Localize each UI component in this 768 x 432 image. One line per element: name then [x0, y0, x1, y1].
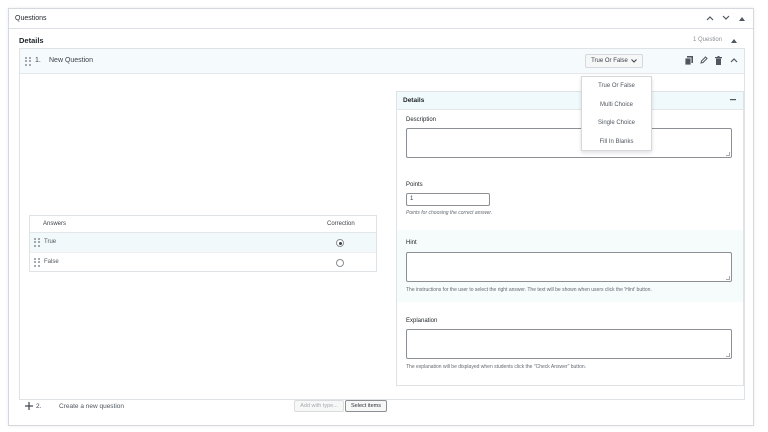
question-type-dropdown: True Or False Multi Choice Single Choice…: [581, 76, 652, 151]
correct-answer-radio[interactable]: [336, 239, 344, 247]
question-details-panel: Details Description Points 1 Points for …: [396, 91, 744, 386]
details-label: Details: [19, 36, 44, 45]
description-textarea[interactable]: [406, 128, 732, 158]
question-count: 1 Question: [692, 37, 722, 43]
explanation-label: Explanation: [406, 318, 438, 324]
questions-header: Questions: [9, 9, 753, 29]
answers-table-header: Answers Correction: [30, 216, 376, 233]
drag-handle-icon[interactable]: [34, 238, 40, 247]
header-controls: [705, 13, 747, 23]
hint-textarea[interactable]: [406, 252, 732, 282]
drag-handle-icon[interactable]: [34, 258, 40, 267]
drag-handle-icon[interactable]: [25, 57, 31, 66]
points-help: Points for choosing the correct answer.: [406, 210, 493, 216]
create-question-input[interactable]: Create a new question: [59, 403, 124, 410]
duplicate-icon[interactable]: [684, 55, 693, 65]
edit-pencil-icon[interactable]: [699, 55, 708, 65]
select-items-button[interactable]: Select items: [345, 400, 387, 412]
type-option-fill-in-blanks[interactable]: Fill In Blanks: [582, 133, 651, 152]
chevron-down-icon: [631, 59, 637, 63]
answer-label[interactable]: False: [44, 259, 59, 265]
answer-label[interactable]: True: [44, 239, 56, 245]
questions-frame: Questions Details 1 Question 1. New Ques…: [8, 8, 754, 426]
chevron-down-icon[interactable]: [721, 13, 731, 23]
answers-column-header: Answers: [43, 221, 67, 227]
question-header: 1. New Question True Or False: [20, 49, 744, 74]
type-option-true-or-false[interactable]: True Or False: [582, 77, 651, 96]
correct-answer-radio[interactable]: [336, 259, 344, 267]
resize-grip-icon[interactable]: [726, 353, 730, 357]
new-question-number: 2.: [36, 403, 42, 410]
resize-grip-icon[interactable]: [726, 152, 730, 156]
chevron-up-icon[interactable]: [705, 13, 715, 23]
triangle-up-icon[interactable]: [737, 13, 747, 23]
explanation-help: The explanation will be displayed when s…: [406, 364, 587, 370]
collapse-triangle-icon[interactable]: [729, 35, 739, 45]
new-question-footer: 2. Create a new question Add with type..…: [20, 398, 744, 418]
question-number: 1.: [35, 57, 41, 64]
description-label: Description: [406, 117, 437, 123]
details-header: Details 1 Question: [18, 33, 744, 49]
questions-title: Questions: [15, 15, 47, 22]
type-option-single-choice[interactable]: Single Choice: [582, 114, 651, 133]
answer-row[interactable]: True: [30, 233, 376, 253]
hint-label: Hint: [406, 240, 417, 246]
hint-help: The instructions for the user to select …: [406, 287, 652, 293]
question-title[interactable]: New Question: [49, 57, 93, 64]
side-details-title: Details: [403, 97, 425, 104]
answer-row[interactable]: False: [30, 253, 376, 273]
question-actions: [684, 55, 738, 65]
type-option-multi-choice[interactable]: Multi Choice: [582, 96, 651, 115]
resize-grip-icon[interactable]: [726, 276, 730, 280]
points-input[interactable]: 1: [406, 193, 490, 206]
side-details-header: Details: [397, 92, 743, 110]
question-type-label: True Or False: [591, 58, 628, 64]
plus-icon[interactable]: [25, 402, 33, 410]
question-type-button[interactable]: True Or False: [585, 54, 643, 68]
trash-icon[interactable]: [714, 55, 723, 65]
question-panel: 1. New Question True Or False True Or Fa…: [19, 48, 745, 412]
explanation-textarea[interactable]: [406, 329, 732, 359]
add-with-type-button[interactable]: Add with type...: [294, 400, 344, 412]
answers-table: Answers Correction True False: [29, 215, 377, 272]
minus-icon[interactable]: [729, 96, 737, 104]
chevron-up-icon[interactable]: [729, 55, 738, 65]
points-label: Points: [406, 182, 423, 188]
correction-column-header: Correction: [327, 221, 355, 227]
